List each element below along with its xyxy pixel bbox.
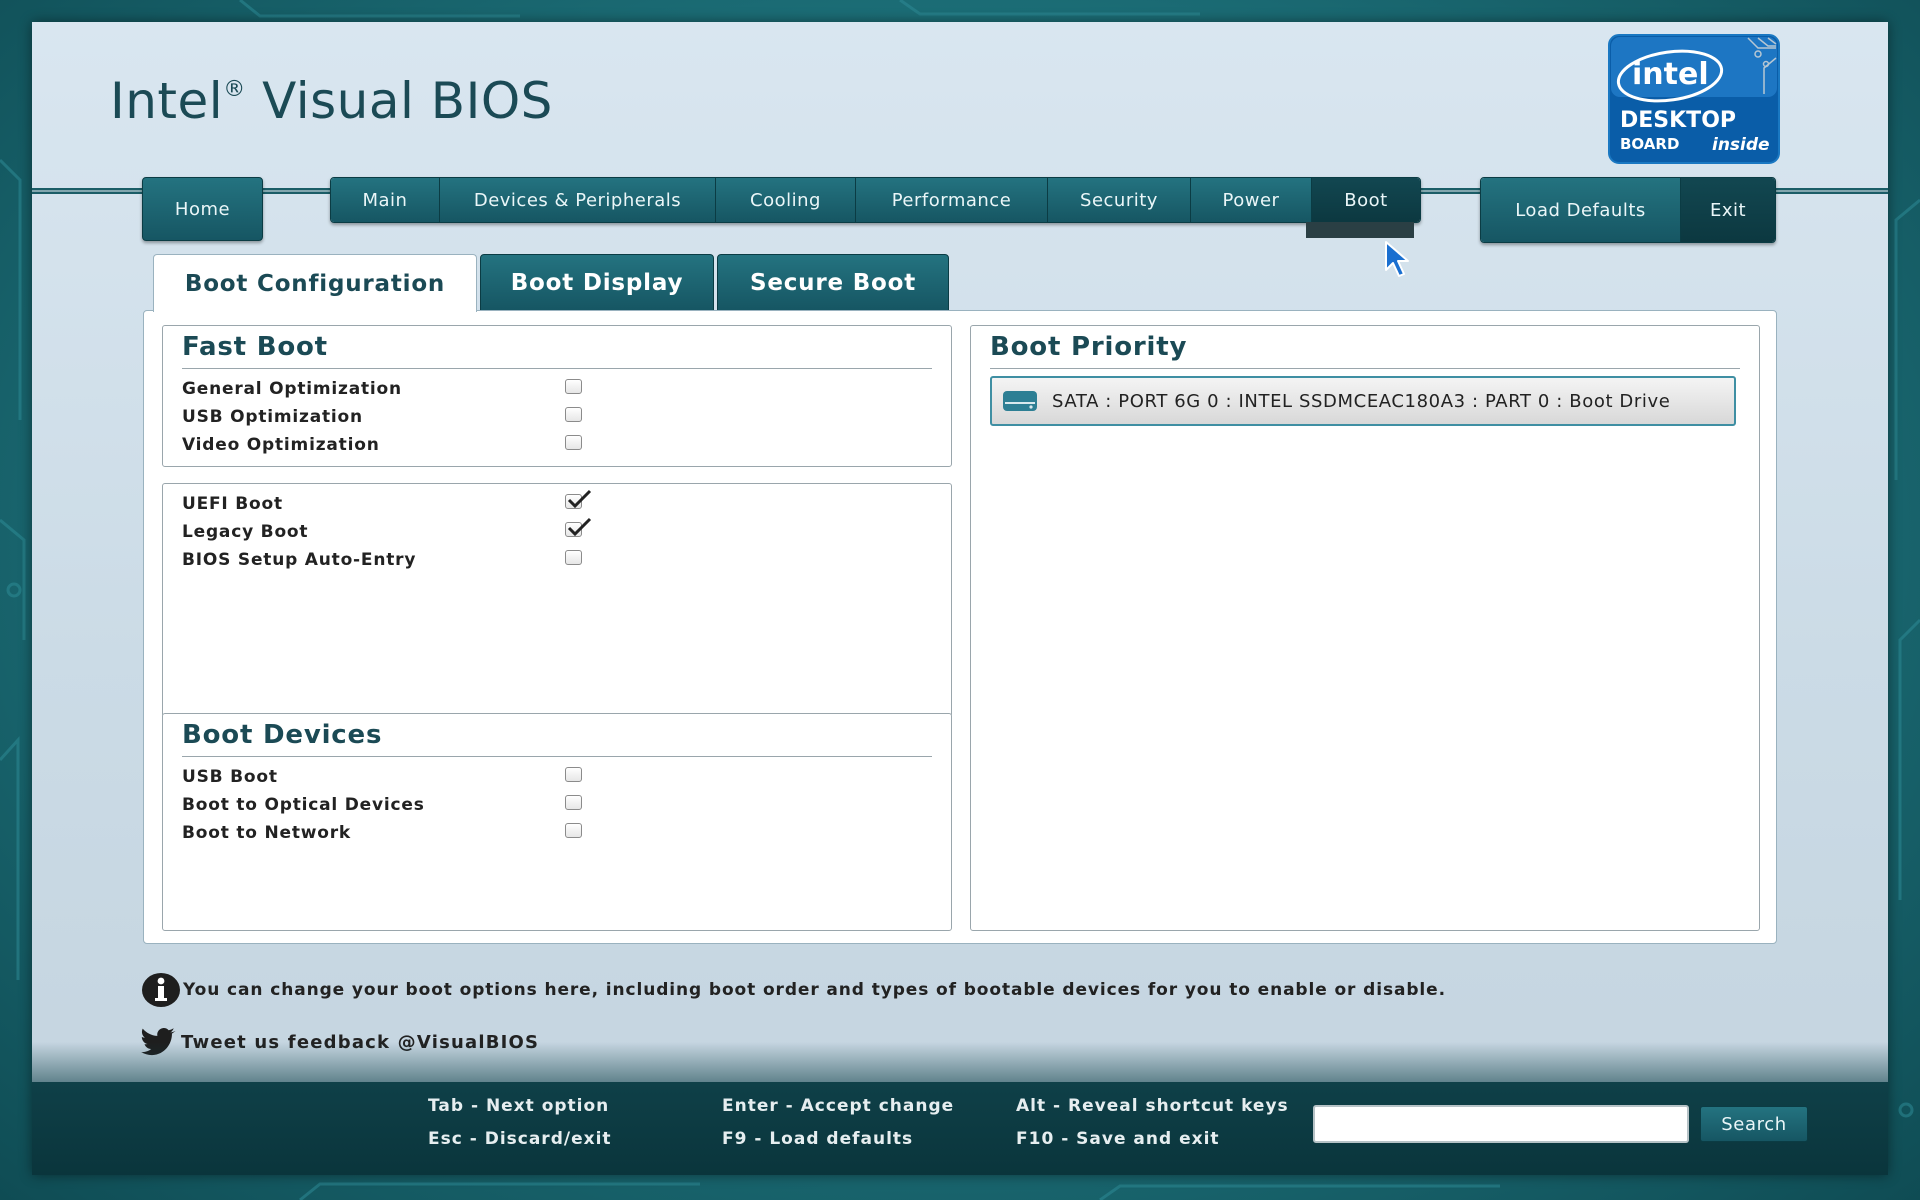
intel-desktop-board-logo: intel DESKTOP BOARD inside <box>1608 34 1780 164</box>
boot-network-checkbox[interactable] <box>565 823 582 838</box>
boot-devices-title: Boot Devices <box>182 720 383 750</box>
drive-icon <box>1003 391 1037 411</box>
bios-setup-auto-entry-label: BIOS Setup Auto-Entry <box>182 550 417 570</box>
boot-configuration-panel: Fast Boot General Optimization USB Optim… <box>143 310 1777 944</box>
general-optimization-label: General Optimization <box>182 379 402 399</box>
bios-setup-auto-entry-checkbox[interactable] <box>565 550 582 565</box>
right-nav-buttons: Load Defaults Exit <box>1480 177 1776 243</box>
fast-boot-group: Fast Boot General Optimization USB Optim… <box>162 325 952 467</box>
app-title: Intel® Visual BIOS <box>110 72 553 130</box>
uefi-boot-checkbox[interactable] <box>565 489 592 509</box>
general-optimization-checkbox[interactable] <box>565 379 582 394</box>
search-button[interactable]: Search <box>1700 1106 1808 1142</box>
boot-devices-group: Boot Devices USB Boot Boot to Optical De… <box>162 713 952 931</box>
usb-optimization-checkbox[interactable] <box>565 407 582 422</box>
shortcut-enter: Enter - Accept change <box>722 1096 955 1116</box>
tab-security[interactable]: Security <box>1048 178 1191 222</box>
shortcut-alt: Alt - Reveal shortcut keys <box>1016 1096 1289 1116</box>
logo-inside-text: inside <box>1712 135 1770 155</box>
info-icon <box>142 973 180 1007</box>
usb-boot-checkbox[interactable] <box>565 767 582 782</box>
bios-window: Intel® Visual BIOS intel DESKTOP BOARD i… <box>32 22 1888 1175</box>
logo-intel-text: intel <box>1632 57 1709 92</box>
tab-boot[interactable]: Boot <box>1312 178 1420 222</box>
active-tab-indicator <box>1306 222 1414 238</box>
video-optimization-checkbox[interactable] <box>565 435 582 450</box>
boot-priority-item[interactable]: SATA : PORT 6G 0 : INTEL SSDMCEAC180A3 :… <box>990 376 1736 426</box>
info-message: You can change your boot options here, i… <box>141 972 1446 1008</box>
fast-boot-divider <box>182 368 932 369</box>
exit-button[interactable]: Exit <box>1681 178 1775 242</box>
shortcut-tab: Tab - Next option <box>428 1096 610 1116</box>
boot-priority-divider <box>990 368 1740 369</box>
uefi-boot-label: UEFI Boot <box>182 494 283 514</box>
usb-boot-label: USB Boot <box>182 767 278 787</box>
tab-cooling[interactable]: Cooling <box>716 178 856 222</box>
mouse-cursor-icon <box>1385 241 1409 277</box>
boot-optical-devices-label: Boot to Optical Devices <box>182 795 425 815</box>
logo-desktop-text: DESKTOP <box>1620 108 1736 133</box>
boot-priority-item-label: SATA : PORT 6G 0 : INTEL SSDMCEAC180A3 :… <box>1052 390 1671 412</box>
search-input[interactable] <box>1313 1105 1689 1143</box>
boot-devices-divider <box>182 756 932 757</box>
tab-performance[interactable]: Performance <box>856 178 1048 222</box>
checkmark-icon <box>567 517 592 537</box>
load-defaults-button[interactable]: Load Defaults <box>1481 178 1681 242</box>
subtab-boot-configuration[interactable]: Boot Configuration <box>153 254 477 312</box>
tab-devices-peripherals[interactable]: Devices & Peripherals <box>440 178 716 222</box>
main-nav-tabs: Main Devices & Peripherals Cooling Perfo… <box>330 177 1421 223</box>
info-text: You can change your boot options here, i… <box>183 980 1446 1000</box>
legacy-boot-label: Legacy Boot <box>182 522 309 542</box>
shortcut-f9: F9 - Load defaults <box>722 1129 914 1149</box>
shortcut-f10: F10 - Save and exit <box>1016 1129 1220 1149</box>
boot-priority-group: Boot Priority SATA : PORT 6G 0 : INTEL S… <box>970 325 1760 931</box>
legacy-boot-checkbox[interactable] <box>565 517 592 537</box>
usb-optimization-label: USB Optimization <box>182 407 363 427</box>
boot-optical-devices-checkbox[interactable] <box>565 795 582 810</box>
tab-main[interactable]: Main <box>331 178 440 222</box>
boot-mode-group: UEFI Boot Legacy Boot BIOS Setup Auto-En… <box>162 483 952 717</box>
fast-boot-title: Fast Boot <box>182 332 328 362</box>
shortcut-esc: Esc - Discard/exit <box>428 1129 612 1149</box>
subtab-boot-display[interactable]: Boot Display <box>480 254 714 311</box>
logo-board-text: BOARD <box>1620 135 1679 153</box>
boot-network-label: Boot to Network <box>182 823 352 843</box>
tab-power[interactable]: Power <box>1191 178 1312 222</box>
video-optimization-label: Video Optimization <box>182 435 380 455</box>
boot-priority-title: Boot Priority <box>990 332 1188 362</box>
subtab-secure-boot[interactable]: Secure Boot <box>717 254 949 311</box>
footer-fade <box>32 1042 1888 1082</box>
checkmark-icon <box>567 489 592 509</box>
home-button[interactable]: Home <box>142 177 263 241</box>
